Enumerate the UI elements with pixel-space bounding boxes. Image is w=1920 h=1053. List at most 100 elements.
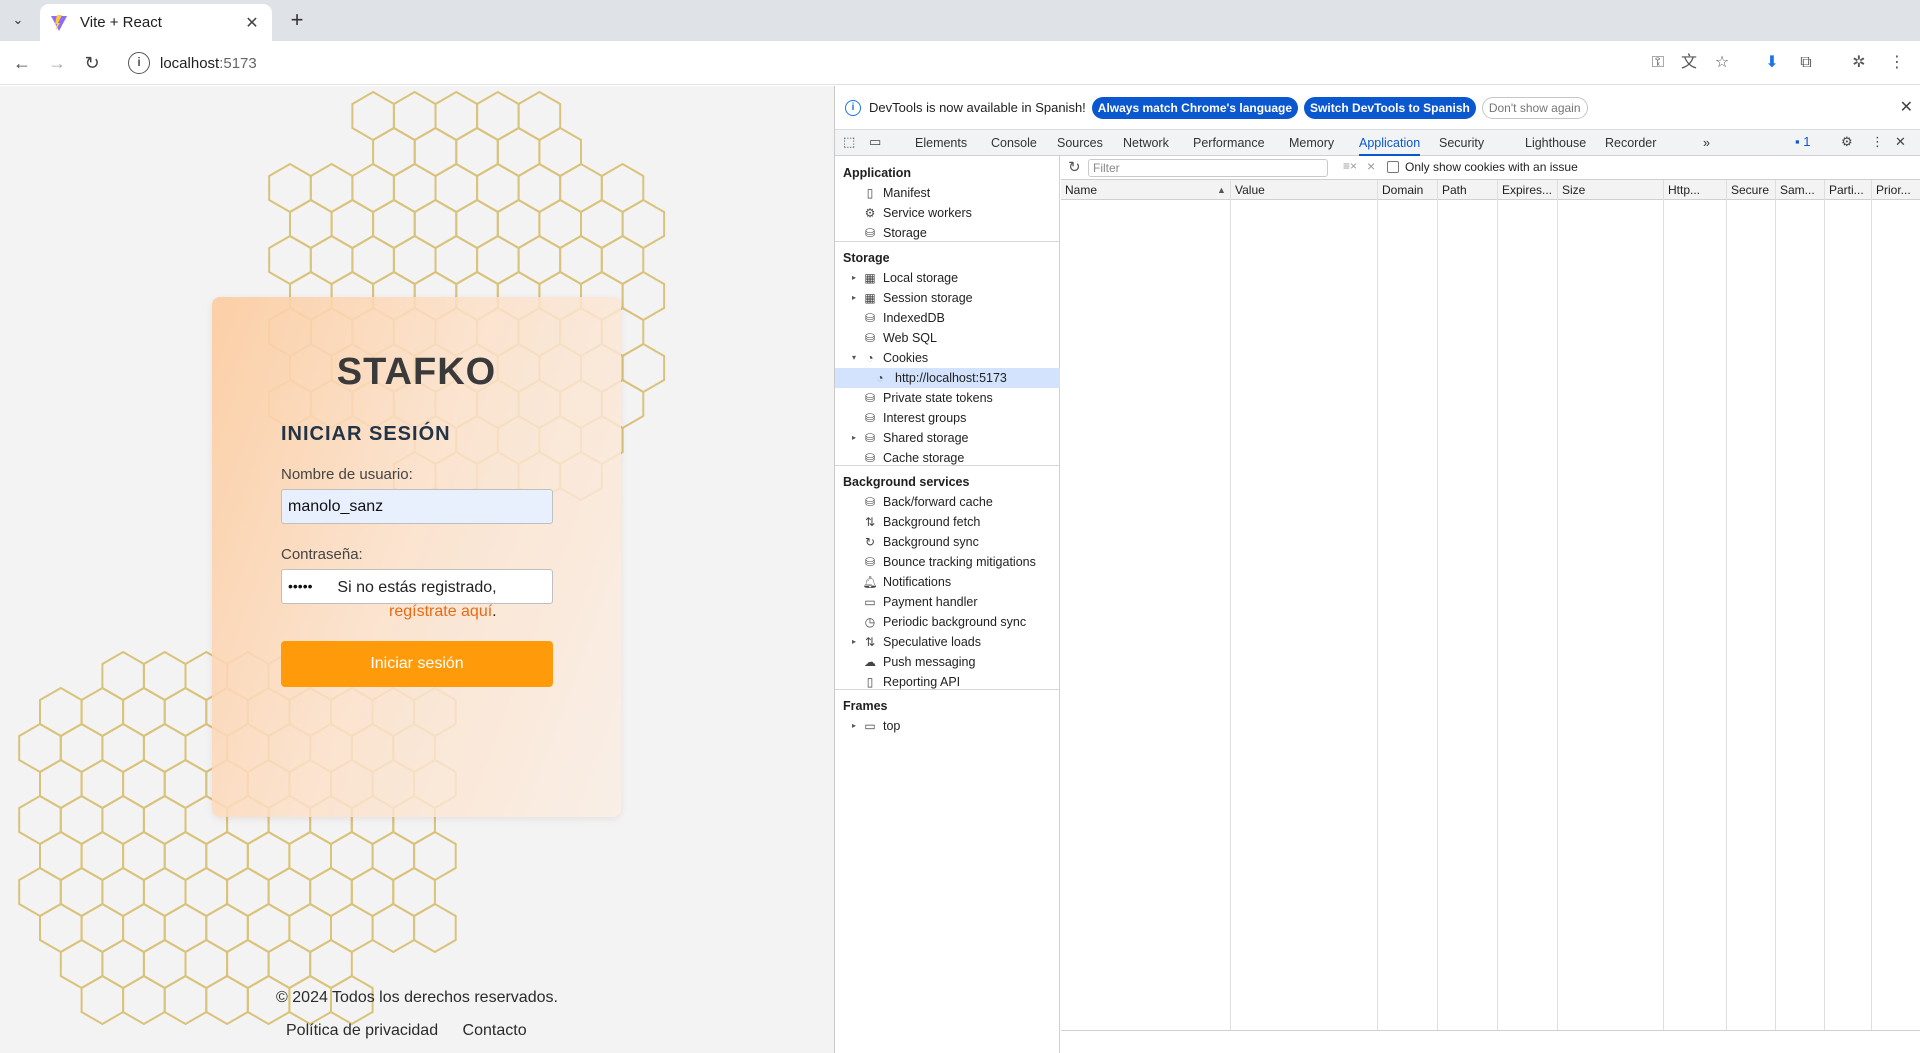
translate-icon[interactable]: 文 (1677, 51, 1701, 75)
devtools-tab-elements[interactable]: Elements (915, 130, 967, 156)
sidebar-item[interactable]: ⛁ Bounce tracking mitigations (835, 552, 1060, 572)
devtools-tab-performance[interactable]: Performance (1193, 130, 1265, 156)
column-header-1[interactable]: Value (1231, 180, 1377, 200)
forward-arrow-icon[interactable]: → (45, 51, 69, 75)
honeycomb-cell (142, 722, 187, 774)
sidebar-item[interactable]: ▸ ▦ Local storage (835, 268, 1060, 288)
expand-triangle-icon[interactable]: ▸ (852, 288, 856, 308)
switch-language-button[interactable]: Switch DevTools to Spanish (1304, 96, 1476, 119)
sidebar-item[interactable]: ☁ Push messaging (835, 652, 1060, 672)
honeycomb-cell (559, 162, 603, 214)
close-tab-icon[interactable]: ✕ (242, 13, 262, 33)
match-language-button[interactable]: Always match Chrome's language (1091, 96, 1299, 119)
sidebar-item[interactable]: ▸ ▭ top (835, 716, 1060, 736)
new-tab-button[interactable]: + (284, 8, 310, 34)
honeycomb-cell (351, 162, 395, 214)
site-info-icon[interactable]: i (128, 52, 150, 74)
expand-triangle-icon[interactable]: ▸ (852, 268, 856, 288)
clear-filtered-icon[interactable]: ≡× (1343, 159, 1357, 173)
honeycomb-cell (434, 234, 479, 286)
back-arrow-icon[interactable]: ← (10, 51, 34, 75)
expand-triangle-icon[interactable]: ▸ (852, 428, 856, 448)
sidebar-item[interactable]: ⛁ IndexedDB (835, 308, 1060, 328)
devtools-tab-lighthouse[interactable]: Lighthouse (1525, 130, 1586, 156)
sidebar-item[interactable]: ◔ http://localhost:5173 (835, 368, 1060, 388)
contact-link[interactable]: Contacto (463, 1022, 527, 1039)
table-scrollbar[interactable] (1061, 1030, 1920, 1052)
dont-show-again-button[interactable]: Don't show again (1481, 96, 1588, 119)
devtools-tab-network[interactable]: Network (1123, 130, 1169, 156)
column-header-6[interactable]: Http... (1664, 180, 1726, 200)
honeycomb-cell (142, 866, 187, 918)
sidebar-item[interactable]: ↻ Background sync (835, 532, 1060, 552)
table-column: Expires... (1498, 180, 1558, 1030)
sidebar-item[interactable]: ⛁ Private state tokens (835, 388, 1060, 408)
sidebar-item[interactable]: ⛁ Back/forward cache (835, 492, 1060, 512)
sidebar-item[interactable]: ▭ Payment handler (835, 592, 1060, 612)
profile-icon[interactable]: ✲ (1847, 51, 1871, 75)
only-issues-checkbox[interactable] (1387, 161, 1399, 173)
register-link[interactable]: regístrate aquí (389, 603, 492, 620)
expand-triangle-icon[interactable]: ▸ (852, 716, 856, 736)
expand-triangle-icon[interactable]: ▸ (852, 632, 856, 652)
sidebar-item[interactable]: ◷ Periodic background sync (835, 612, 1060, 632)
chrome-menu-icon[interactable]: ⋮ (1885, 51, 1909, 75)
download-icon[interactable]: ⬇ (1760, 51, 1784, 75)
sidebar-item[interactable]: ▾ ◔ Cookies (835, 348, 1060, 368)
column-header-5[interactable]: Size (1558, 180, 1663, 200)
column-header-4[interactable]: Expires... (1498, 180, 1557, 200)
honeycomb-cell (476, 234, 520, 286)
honeycomb-cell (496, 198, 541, 250)
username-input[interactable]: manolo_sanz (281, 489, 553, 524)
issues-badge[interactable]: ▪ 1 (1795, 134, 1810, 149)
close-infobar-icon[interactable]: ✕ (1900, 97, 1913, 117)
reload-icon[interactable]: ↻ (80, 51, 104, 75)
column-header-10[interactable]: Prior... (1872, 180, 1920, 200)
expand-triangle-icon[interactable]: ▾ (852, 348, 856, 368)
cookie-icon: ◔ (866, 351, 874, 365)
devtools-tab-sources[interactable]: Sources (1057, 130, 1103, 156)
sidebar-item[interactable]: ▸ ⛁ Shared storage (835, 428, 1060, 448)
settings-gear-icon[interactable]: ⚙ (1841, 134, 1853, 150)
close-devtools-icon[interactable]: ✕ (1895, 134, 1906, 150)
devtools-tab-application[interactable]: Application (1359, 130, 1421, 156)
column-header-3[interactable]: Path (1438, 180, 1497, 200)
honeycomb-cell (600, 162, 645, 214)
delete-all-icon[interactable]: × (1367, 158, 1375, 174)
login-button[interactable]: Iniciar sesión (281, 641, 553, 687)
sidebar-item[interactable]: ▯ Manifest (835, 183, 1060, 203)
sidebar-item[interactable]: ⚙ Service workers (835, 203, 1060, 223)
password-key-icon[interactable]: ⚿ (1646, 51, 1670, 75)
column-header-2[interactable]: Domain (1378, 180, 1437, 200)
device-toolbar-icon[interactable]: ▭ (869, 134, 881, 150)
sidebar-item[interactable]: ⛁ Storage (835, 223, 1060, 243)
sidebar-item[interactable]: ▸ ▦ Session storage (835, 288, 1060, 308)
devtools-tab-recorder[interactable]: Recorder (1605, 130, 1656, 156)
table-column: Path (1438, 180, 1498, 1030)
devtools-tab-memory[interactable]: Memory (1289, 130, 1334, 156)
more-tabs-icon[interactable]: » (1703, 130, 1710, 156)
column-header-0[interactable]: Name ▲ (1061, 180, 1230, 200)
column-header-7[interactable]: Secure (1727, 180, 1775, 200)
register-prompt: Si no estás registrado, (337, 579, 497, 596)
address-bar[interactable]: i localhost:5173 (124, 47, 1654, 79)
refresh-icon[interactable]: ↻ (1068, 158, 1081, 176)
devtools-tab-console[interactable]: Console (991, 130, 1037, 156)
tab-search-chevron-icon[interactable]: ⌄ (6, 10, 30, 30)
devtools-tab-security[interactable]: Security (1439, 130, 1484, 156)
extensions-puzzle-icon[interactable]: ⧉ (1794, 51, 1818, 75)
browser-tab[interactable]: Vite + React ✕ (40, 4, 272, 41)
sidebar-item[interactable]: ▸ ⇅ Speculative loads (835, 632, 1060, 652)
sidebar-item[interactable]: ⇅ Background fetch (835, 512, 1060, 532)
filter-input[interactable]: Filter (1088, 159, 1328, 177)
bookmark-star-icon[interactable]: ☆ (1710, 51, 1734, 75)
honeycomb-cell (455, 198, 499, 250)
privacy-link[interactable]: Política de privacidad (286, 1022, 438, 1039)
column-header-9[interactable]: Parti... (1825, 180, 1871, 200)
sidebar-item[interactable]: ⛁ Web SQL (835, 328, 1060, 348)
inspect-element-icon[interactable]: ⬚ (843, 134, 855, 150)
column-header-8[interactable]: Sam... (1776, 180, 1824, 200)
devtools-menu-icon[interactable]: ⋮ (1871, 134, 1884, 150)
sidebar-item[interactable]: 🔔︎ Notifications (835, 572, 1060, 592)
sidebar-item[interactable]: ⛁ Interest groups (835, 408, 1060, 428)
